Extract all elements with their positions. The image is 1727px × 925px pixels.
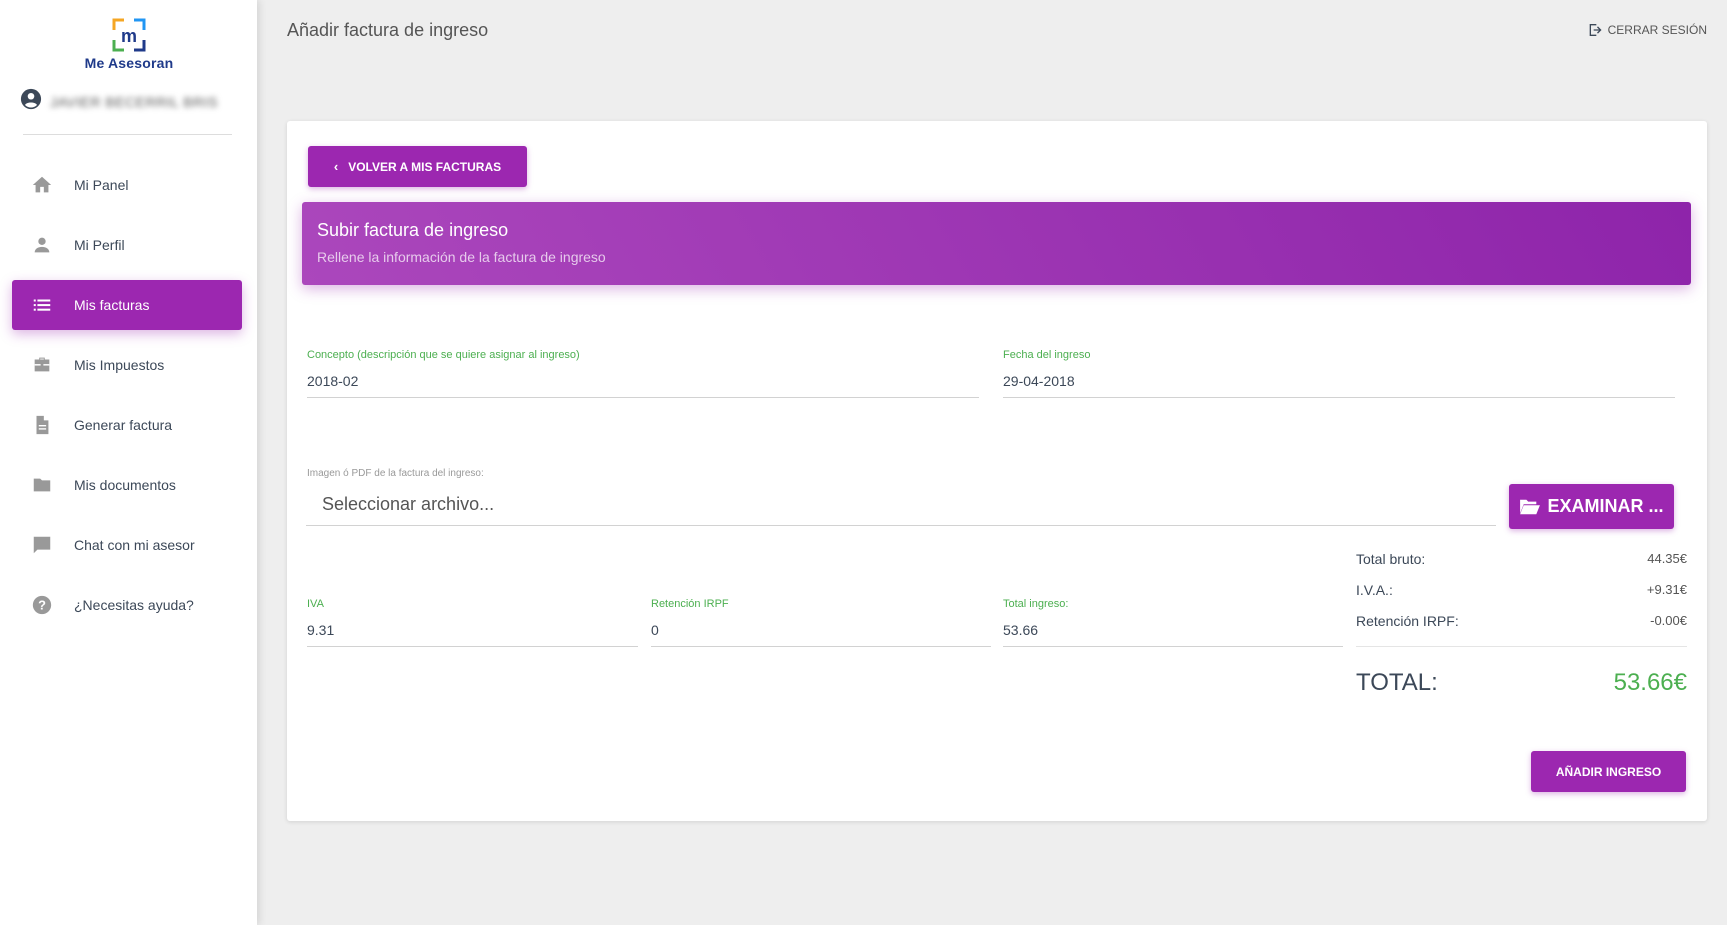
sidebar-item-label: Chat con mi asesor [74, 537, 195, 553]
totals-divider [1356, 646, 1687, 647]
total-bruto-value: 44.35€ [1647, 551, 1687, 566]
list-icon [30, 293, 54, 317]
grand-total-label: TOTAL: [1356, 669, 1438, 696]
brand-logo[interactable]: m Me Asesoran [82, 18, 176, 71]
iva-field: IVA 9.31 [307, 598, 638, 647]
logout-icon [1589, 24, 1602, 36]
sidebar-item-mis-documentos[interactable]: Mis documentos [12, 460, 242, 510]
svg-text:m: m [121, 26, 137, 46]
grand-total-row: TOTAL: 53.66€ [1356, 669, 1687, 697]
sidebar-divider [23, 134, 232, 135]
sidebar-item-label: Mis facturas [74, 297, 150, 313]
fecha-field: Fecha del ingreso 29-04-2018 [1003, 349, 1675, 398]
total-bruto-label: Total bruto: [1356, 551, 1426, 567]
person-icon [30, 233, 54, 257]
logout-button[interactable]: CERRAR SESIÓN [1587, 22, 1707, 38]
grand-total-value: 53.66€ [1613, 669, 1687, 696]
archivo-label: Imagen ó PDF de la factura del ingreso: [307, 468, 484, 479]
iva-label: IVA [307, 598, 324, 610]
sidebar-item-label: Generar factura [74, 417, 173, 433]
document-icon [30, 413, 54, 437]
briefcase-icon [30, 353, 54, 377]
svg-text:?: ? [38, 598, 46, 613]
total-ingreso-input[interactable]: 53.66 [1003, 622, 1343, 647]
user-profile[interactable]: JAVIER BECERRIL BRIS [20, 88, 218, 115]
retencion-input[interactable]: 0 [651, 622, 991, 647]
sidebar-item-ayuda[interactable]: ? ¿Necesitas ayuda? [12, 580, 242, 630]
retencion-field: Retención IRPF 0 [651, 598, 991, 647]
account-circle-icon [20, 88, 42, 115]
archivo-field: Imagen ó PDF de la factura del ingreso: [307, 468, 484, 479]
file-input[interactable]: Seleccionar archivo... [306, 483, 1496, 526]
sidebar-item-mi-panel[interactable]: Mi Panel [12, 160, 242, 210]
sidebar-item-generar-factura[interactable]: Generar factura [12, 400, 242, 450]
concepto-field: Concepto (descripción que se quiere asig… [307, 349, 979, 398]
sidebar-item-chat[interactable]: Chat con mi asesor [12, 520, 242, 570]
irpf-row: Retención IRPF: -0.00€ [1356, 613, 1687, 644]
retencion-label: Retención IRPF [651, 598, 729, 610]
home-icon [30, 173, 54, 197]
concepto-input[interactable]: 2018-02 [307, 373, 979, 398]
sidebar-item-mi-perfil[interactable]: Mi Perfil [12, 220, 242, 270]
iva-input[interactable]: 9.31 [307, 622, 638, 647]
add-income-button[interactable]: AÑADIR INGRESO [1531, 751, 1686, 792]
sidebar-item-label: Mi Panel [74, 177, 129, 193]
logout-label: CERRAR SESIÓN [1607, 23, 1707, 37]
sidebar-item-label: ¿Necesitas ayuda? [74, 597, 194, 613]
concepto-label: Concepto (descripción que se quiere asig… [307, 349, 580, 361]
card-title: Subir factura de ingreso [317, 220, 509, 240]
brand-name: Me Asesoran [84, 55, 174, 71]
sidebar-item-label: Mis documentos [74, 477, 176, 493]
card-header: Subir factura de ingreso Rellene la info… [302, 202, 1691, 285]
browse-button[interactable]: EXAMINAR ... [1509, 484, 1674, 529]
irpf-total-value: -0.00€ [1650, 613, 1687, 628]
fecha-input[interactable]: 29-04-2018 [1003, 373, 1675, 398]
sidebar-item-mis-impuestos[interactable]: Mis Impuestos [12, 340, 242, 390]
total-ingreso-label: Total ingreso: [1003, 598, 1069, 610]
sidebar-nav: Mi Panel Mi Perfil Mis facturas Mis Impu… [12, 160, 242, 640]
totals-summary: Total bruto: 44.35€ I.V.A.: +9.31€ Reten… [1356, 551, 1687, 697]
sidebar-item-label: Mi Perfil [74, 237, 125, 253]
sidebar-item-label: Mis Impuestos [74, 357, 165, 373]
back-button-label: VOLVER A MIS FACTURAS [348, 159, 502, 174]
iva-total-value: +9.31€ [1646, 582, 1687, 597]
total-ingreso-field: Total ingreso: 53.66 [1003, 598, 1343, 647]
user-name: JAVIER BECERRIL BRIS [50, 93, 218, 110]
irpf-total-label: Retención IRPF: [1356, 613, 1459, 629]
logo-mark-icon: m [112, 18, 146, 52]
total-bruto-row: Total bruto: 44.35€ [1356, 551, 1687, 582]
folder-icon [30, 473, 54, 497]
chevron-left-icon: ‹ [333, 159, 339, 174]
page-title: Añadir factura de ingreso [287, 20, 489, 40]
iva-row: I.V.A.: +9.31€ [1356, 582, 1687, 613]
folder-open-icon [1520, 499, 1541, 514]
iva-total-label: I.V.A.: [1356, 582, 1393, 598]
chat-icon [30, 533, 54, 557]
sidebar: m Me Asesoran JAVIER BECERRIL BRIS Mi Pa… [0, 0, 257, 925]
back-to-invoices-button[interactable]: ‹ VOLVER A MIS FACTURAS [308, 146, 527, 187]
fecha-label: Fecha del ingreso [1003, 349, 1091, 361]
invoice-card: ‹ VOLVER A MIS FACTURAS Subir factura de… [287, 121, 1707, 821]
help-icon: ? [30, 593, 54, 617]
card-subtitle: Rellene la información de la factura de … [317, 249, 606, 265]
sidebar-item-mis-facturas[interactable]: Mis facturas [12, 280, 242, 330]
browse-button-label: EXAMINAR ... [1547, 496, 1664, 516]
